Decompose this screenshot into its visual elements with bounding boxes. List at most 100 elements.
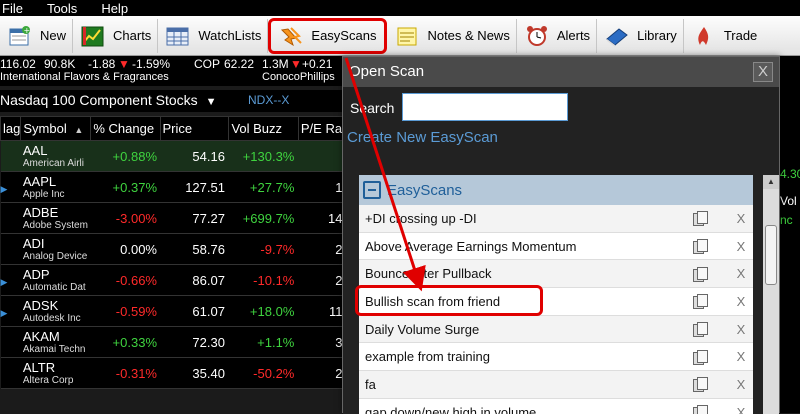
highlight-annotation bbox=[355, 285, 543, 316]
close-icon[interactable]: X bbox=[753, 62, 773, 82]
create-new-easyscan-link[interactable]: Create New EasyScan bbox=[347, 129, 498, 146]
scan-group-header[interactable]: EasyScans bbox=[359, 175, 753, 205]
scan-list-item[interactable]: Above Average Earnings Momentum X bbox=[359, 233, 753, 261]
scan-list-item[interactable]: +DI crossing up -DI X bbox=[359, 205, 753, 233]
library-button[interactable]: Library bbox=[597, 18, 684, 53]
charts-button[interactable]: Charts bbox=[73, 18, 159, 53]
ticker-iff-price: 116.02 bbox=[0, 57, 36, 71]
row-flag[interactable]: ▶ bbox=[0, 171, 21, 203]
row-price: 127.51 bbox=[160, 171, 229, 203]
row-flag[interactable]: ▶ bbox=[0, 264, 21, 296]
copy-icon[interactable] bbox=[693, 349, 708, 365]
row-flag[interactable] bbox=[0, 233, 21, 265]
watchlist-symbol-tag: NDX--X bbox=[248, 93, 290, 107]
delete-icon[interactable]: X bbox=[735, 294, 747, 309]
scan-list-scrollbar[interactable]: ▲ bbox=[763, 175, 779, 414]
menu-help[interactable]: Help bbox=[99, 1, 128, 16]
delete-icon[interactable]: X bbox=[735, 322, 747, 337]
flag-arrow-icon: ▶ bbox=[0, 183, 8, 194]
delete-icon[interactable]: X bbox=[735, 266, 747, 281]
column-header-symbol[interactable]: Symbol ▲ bbox=[20, 116, 92, 141]
row-pe-ratio bbox=[298, 140, 345, 172]
column-header-flag[interactable]: lag bbox=[0, 116, 22, 141]
dialog-titlebar[interactable]: Open Scan X bbox=[343, 57, 779, 87]
column-header-price[interactable]: Price bbox=[159, 116, 230, 141]
alerts-label: Alerts bbox=[556, 28, 591, 43]
symbol-ticker: ADSK bbox=[22, 297, 59, 313]
row-vol-buzz: +27.7% bbox=[228, 171, 299, 203]
column-header-pe-ratio[interactable]: P/E Ra bbox=[297, 116, 346, 141]
symbol-company: Altera Corp bbox=[22, 374, 74, 386]
delete-icon[interactable]: X bbox=[735, 349, 747, 364]
right-panel-vol-label: Vol bbox=[780, 194, 797, 208]
row-flag[interactable] bbox=[0, 140, 21, 172]
watchlist-title[interactable]: Nasdaq 100 Component Stocks ▼ bbox=[0, 92, 216, 108]
table-row[interactable]: ▶ ADP Automatic Dat -0.66% 86.07 -10.1% … bbox=[0, 264, 345, 296]
delete-icon[interactable]: X bbox=[735, 377, 747, 392]
table-row[interactable]: AAL American Airli +0.88% 54.16 +130.3% bbox=[0, 140, 345, 172]
table-row[interactable]: ADBE Adobe System -3.00% 77.27 +699.7% 1… bbox=[0, 202, 345, 234]
copy-icon[interactable] bbox=[693, 266, 708, 282]
copy-icon[interactable] bbox=[693, 294, 708, 310]
row-pct-change: -0.59% bbox=[90, 295, 160, 327]
symbol-ticker: ADP bbox=[22, 266, 50, 282]
delete-icon[interactable]: X bbox=[735, 239, 747, 254]
dropdown-arrow-icon[interactable]: ▼ bbox=[206, 96, 217, 108]
row-pe-ratio: 2 bbox=[298, 233, 345, 265]
symbol-ticker: ALTR bbox=[22, 359, 56, 375]
notes-news-button[interactable]: Notes & News bbox=[387, 18, 517, 53]
delete-icon[interactable]: X bbox=[735, 211, 747, 226]
table-row[interactable]: ▶ AAPL Apple Inc +0.37% 127.51 +27.7% 1 bbox=[0, 171, 345, 203]
scan-list-item[interactable]: example from training X bbox=[359, 343, 753, 372]
row-pe-ratio: 14 bbox=[298, 202, 345, 234]
scroll-up-icon[interactable]: ▲ bbox=[763, 175, 779, 189]
row-flag[interactable]: ▶ bbox=[0, 295, 21, 327]
scan-list-item[interactable]: Bounce after Pullback X bbox=[359, 260, 753, 289]
collapse-icon[interactable] bbox=[363, 181, 381, 199]
row-vol-buzz: -9.7% bbox=[228, 233, 299, 265]
menu-file[interactable]: File bbox=[0, 1, 23, 16]
copy-icon[interactable] bbox=[693, 239, 708, 255]
row-pct-change: 0.00% bbox=[90, 233, 160, 265]
trade-button[interactable]: Trade bbox=[684, 19, 763, 53]
column-header-vol-buzz[interactable]: Vol Buzz bbox=[228, 116, 299, 141]
scan-list-item[interactable]: Daily Volume Surge X bbox=[359, 315, 753, 344]
notes-news-label: Notes & News bbox=[427, 28, 510, 43]
copy-icon[interactable] bbox=[693, 322, 708, 338]
table-row[interactable]: ADI Analog Device 0.00% 58.76 -9.7% 2 bbox=[0, 233, 345, 265]
trade-icon bbox=[692, 25, 716, 47]
row-pe-ratio: 1 bbox=[298, 171, 345, 203]
right-panel-label: nc bbox=[780, 213, 793, 227]
easyscans-label: EasyScans bbox=[311, 28, 377, 43]
symbol-ticker: AAPL bbox=[22, 173, 57, 189]
copy-icon[interactable] bbox=[693, 377, 708, 393]
alerts-button[interactable]: Alerts bbox=[517, 18, 598, 53]
row-flag[interactable] bbox=[0, 202, 21, 234]
easyscans-button[interactable]: EasyScans bbox=[268, 17, 388, 54]
row-vol-buzz: -10.1% bbox=[228, 264, 299, 296]
table-row[interactable]: ALTR Altera Corp -0.31% 35.40 -50.2% 2 bbox=[0, 357, 345, 389]
row-symbol: AAL American Airli bbox=[20, 140, 91, 172]
scan-list-item[interactable]: fa X bbox=[359, 371, 753, 399]
row-symbol: AKAM Akamai Techn bbox=[20, 326, 91, 358]
column-header-pct-change[interactable]: % Change bbox=[90, 116, 161, 141]
ticker-cop-name: ConocoPhillips bbox=[262, 71, 335, 83]
row-flag[interactable] bbox=[0, 326, 21, 358]
watchlist-title-text: Nasdaq 100 Component Stocks bbox=[0, 92, 198, 108]
scan-list-item[interactable]: gap down/new high in volume X bbox=[359, 399, 753, 414]
row-vol-buzz: +18.0% bbox=[228, 295, 299, 327]
table-row[interactable]: ▶ ADSK Autodesk Inc -0.59% 61.07 +18.0% … bbox=[0, 295, 345, 327]
row-flag[interactable] bbox=[0, 357, 21, 389]
table-row[interactable]: AKAM Akamai Techn +0.33% 72.30 +1.1% 3 bbox=[0, 326, 345, 358]
scan-name: Above Average Earnings Momentum bbox=[365, 238, 577, 254]
symbol-company: Adobe System bbox=[22, 219, 88, 231]
row-vol-buzz: +1.1% bbox=[228, 326, 299, 358]
search-input[interactable] bbox=[402, 93, 568, 121]
symbol-company: Automatic Dat bbox=[22, 281, 86, 293]
copy-icon[interactable] bbox=[693, 211, 708, 227]
notes-icon bbox=[395, 25, 419, 47]
scrollbar-thumb[interactable] bbox=[765, 225, 777, 285]
watchlists-button[interactable]: WatchLists bbox=[158, 18, 269, 53]
new-button[interactable]: + New bbox=[0, 18, 74, 53]
menu-tools[interactable]: Tools bbox=[45, 1, 77, 16]
